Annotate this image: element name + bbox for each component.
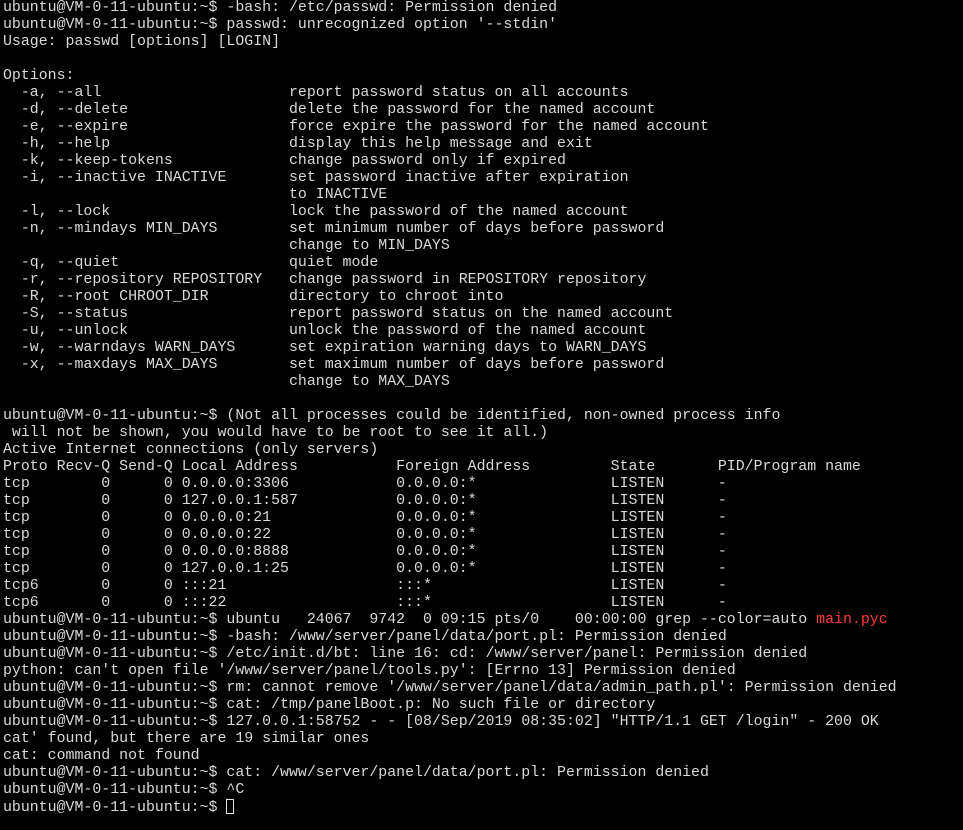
terminal-line: -a, --all report password status on all … (3, 85, 629, 101)
terminal-output: ubuntu@VM-0-11-ubuntu:~$ -bash: /etc/pas… (3, 0, 963, 612)
terminal-line: -w, --warndays WARN_DAYS set expiration … (3, 340, 647, 356)
terminal-line: ubuntu@VM-0-11-ubuntu:~$ passwd: unrecog… (3, 17, 558, 33)
command-prompt-line[interactable]: ubuntu@VM-0-11-ubuntu:~$ (3, 799, 963, 816)
terminal-line: ubuntu@VM-0-11-ubuntu:~$ ^C (3, 782, 245, 798)
terminal-line: tcp 0 0 127.0.0.1:25 0.0.0.0:* LISTEN - (3, 561, 727, 577)
terminal-line: -S, --status report password status on t… (3, 306, 674, 322)
terminal-window[interactable]: ubuntu@VM-0-11-ubuntu:~$ -bash: /etc/pas… (0, 0, 963, 830)
terminal-line: change to MIN_DAYS (3, 238, 450, 254)
terminal-line: -n, --mindays MIN_DAYS set minimum numbe… (3, 221, 665, 237)
text-cursor (226, 799, 235, 814)
terminal-line: will not be shown, you would have to be … (3, 425, 549, 441)
terminal-line: tcp 0 0 0.0.0.0:3306 0.0.0.0:* LISTEN - (3, 476, 727, 492)
terminal-line: tcp 0 0 0.0.0.0:21 0.0.0.0:* LISTEN - (3, 510, 727, 526)
terminal-line: ubuntu@VM-0-11-ubuntu:~$ rm: cannot remo… (3, 680, 897, 696)
terminal-line: Options: (3, 68, 75, 84)
terminal-line: Proto Recv-Q Send-Q Local Address Foreig… (3, 459, 861, 475)
terminal-line: -u, --unlock unlock the password of the … (3, 323, 647, 339)
terminal-line: ubuntu@VM-0-11-ubuntu:~$ /etc/init.d/bt:… (3, 646, 808, 662)
grep-output-line: ubuntu@VM-0-11-ubuntu:~$ ubuntu 24067 97… (3, 612, 963, 629)
terminal-line: -d, --delete delete the password for the… (3, 102, 656, 118)
terminal-line: tcp 0 0 127.0.0.1:587 0.0.0.0:* LISTEN - (3, 493, 727, 509)
terminal-line: -r, --repository REPOSITORY change passw… (3, 272, 647, 288)
grep-match-highlight: main.pyc (816, 612, 888, 628)
terminal-line: change to MAX_DAYS (3, 374, 450, 390)
shell-prompt: ubuntu@VM-0-11-ubuntu:~$ (3, 800, 227, 816)
terminal-line: ubuntu@VM-0-11-ubuntu:~$ (Not all proces… (3, 408, 781, 424)
terminal-line: cat: command not found (3, 748, 200, 764)
terminal-line: tcp 0 0 0.0.0.0:22 0.0.0.0:* LISTEN - (3, 527, 727, 543)
terminal-line: ubuntu@VM-0-11-ubuntu:~$ -bash: /www/ser… (3, 629, 727, 645)
terminal-line: -l, --lock lock the password of the name… (3, 204, 629, 220)
terminal-line: ubuntu@VM-0-11-ubuntu:~$ cat: /tmp/panel… (3, 697, 656, 713)
grep-line-text: ubuntu@VM-0-11-ubuntu:~$ ubuntu 24067 97… (3, 612, 817, 628)
terminal-line: to INACTIVE (3, 187, 388, 203)
terminal-line: tcp6 0 0 :::22 :::* LISTEN - (3, 595, 727, 611)
terminal-line: -e, --expire force expire the password f… (3, 119, 709, 135)
terminal-line: tcp6 0 0 :::21 :::* LISTEN - (3, 578, 727, 594)
terminal-line: -i, --inactive INACTIVE set password ina… (3, 170, 629, 186)
terminal-line: -q, --quiet quiet mode (3, 255, 379, 271)
terminal-line: ubuntu@VM-0-11-ubuntu:~$ 127.0.0.1:58752… (3, 714, 879, 730)
terminal-line: -R, --root CHROOT_DIR directory to chroo… (3, 289, 504, 305)
terminal-output-after: ubuntu@VM-0-11-ubuntu:~$ -bash: /www/ser… (3, 629, 963, 799)
terminal-line: tcp 0 0 0.0.0.0:8888 0.0.0.0:* LISTEN - (3, 544, 727, 560)
terminal-line: Usage: passwd [options] [LOGIN] (3, 34, 281, 50)
terminal-line: python: can't open file '/www/server/pan… (3, 663, 736, 679)
terminal-line: -k, --keep-tokens change password only i… (3, 153, 566, 169)
terminal-line: ubuntu@VM-0-11-ubuntu:~$ -bash: /etc/pas… (3, 0, 558, 16)
terminal-line: Active Internet connections (only server… (3, 442, 379, 458)
terminal-line: -h, --help display this help message and… (3, 136, 593, 152)
terminal-line: cat' found, but there are 19 similar one… (3, 731, 370, 747)
terminal-line: ubuntu@VM-0-11-ubuntu:~$ cat: /www/serve… (3, 765, 709, 781)
terminal-line: -x, --maxdays MAX_DAYS set maximum numbe… (3, 357, 665, 373)
